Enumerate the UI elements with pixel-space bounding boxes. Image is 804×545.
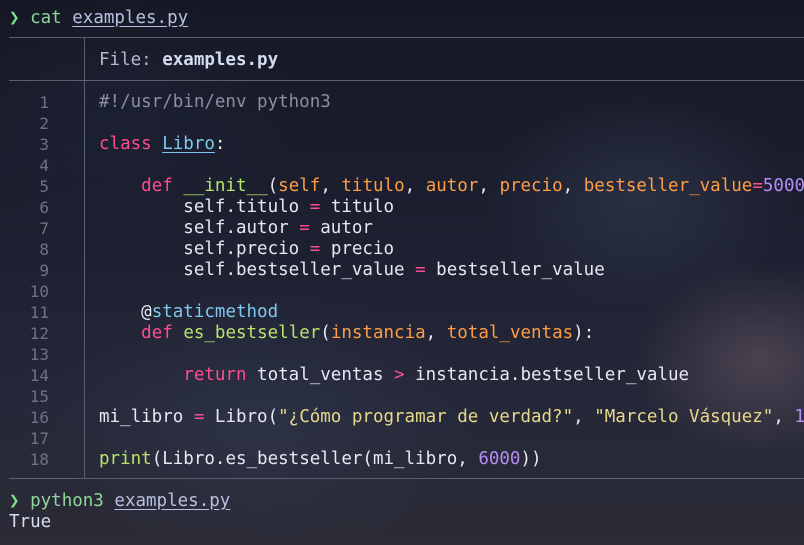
line-number: 11 — [29, 303, 49, 322]
function-name: es_bestseller — [183, 323, 321, 343]
line-number: 4 — [39, 156, 49, 175]
line-number: 6 — [39, 198, 49, 217]
code-line-11: @staticmethod — [141, 302, 279, 322]
code-line-9: self.bestseller_value = bestseller_value — [183, 260, 605, 280]
parameter: titulo — [341, 176, 405, 196]
keyword-class: class — [99, 134, 152, 154]
parameter: total_ventas — [446, 323, 574, 343]
line-number: 18 — [29, 450, 49, 469]
viewer-gutter-separator — [84, 81, 85, 478]
prompt-chevron-icon: ❯ — [9, 491, 20, 511]
line-number: 15 — [29, 387, 49, 406]
code-line-8: self.precio = precio — [183, 239, 395, 259]
parameter: instancia — [330, 323, 426, 343]
line-number: 10 — [29, 282, 49, 301]
shebang-comment: #!/usr/bin/env python3 — [99, 92, 331, 112]
decorator-name: staticmethod — [151, 302, 279, 322]
viewer-bottom-border — [9, 478, 804, 479]
code-line-16: mi_libro = Libro("¿Cómo programar de ver… — [99, 407, 804, 428]
class-name: Libro — [162, 134, 215, 154]
command-line-python3: ❯ python3 examples.py — [9, 490, 230, 512]
number-literal: 150 — [794, 407, 804, 427]
viewer-header-gutter-separator — [84, 37, 85, 80]
line-number: 14 — [29, 366, 49, 385]
line-number: 2 — [39, 114, 49, 133]
command-name: python3 — [30, 491, 104, 511]
viewer-top-border — [9, 37, 804, 38]
line-number: 9 — [39, 261, 49, 280]
code-line-1: #!/usr/bin/env python3 — [99, 92, 804, 113]
function-name: print — [99, 449, 152, 469]
command-output: True — [9, 512, 52, 532]
code-line-14: return total_ventas > instancia.bestsell… — [183, 365, 690, 385]
parameter: autor — [425, 176, 479, 196]
code-line-7: self.autor = autor — [183, 218, 373, 238]
line-number: 16 — [29, 408, 49, 427]
terminal-window[interactable]: ❯ cat examples.py File: examples.py 1 2 … — [0, 0, 804, 545]
number-literal: 6000 — [478, 449, 521, 469]
keyword-return: return — [183, 365, 247, 385]
line-number: 17 — [29, 429, 49, 448]
line-number: 7 — [39, 219, 49, 238]
keyword-def: def — [141, 176, 173, 196]
function-name: __init__ — [183, 176, 268, 196]
line-number: 8 — [39, 240, 49, 259]
keyword-def: def — [141, 323, 173, 343]
parameter: bestseller_value — [583, 176, 753, 196]
viewer-header-divider — [9, 80, 804, 81]
line-number: 5 — [39, 177, 49, 196]
code-line-6: self.titulo = titulo — [183, 197, 395, 217]
string-literal: "¿Cómo programar de verdad?" — [278, 407, 574, 427]
code-line-5: def __init__(self, titulo, autor, precio… — [141, 176, 804, 196]
number-literal: 5000 — [762, 176, 804, 196]
code-line-18: print(Libro.es_bestseller(mi_libro, 6000… — [99, 449, 542, 469]
file-header-name: examples.py — [162, 50, 279, 70]
code-line-3: class Libro: — [99, 134, 226, 154]
line-number: 13 — [29, 345, 49, 364]
file-header-label: File: — [99, 50, 163, 70]
code-line-12: def es_bestseller(instancia, total_venta… — [141, 323, 595, 343]
command-line-cat: ❯ cat examples.py — [9, 7, 188, 29]
parameter: self — [278, 176, 321, 196]
parameter: precio — [499, 176, 563, 196]
line-number-gutter: 1 2 3 4 5 6 7 8 9 10 11 12 13 14 15 16 1… — [9, 92, 49, 470]
line-number: 3 — [39, 135, 49, 154]
file-header: File: examples.py — [99, 49, 278, 71]
command-file-argument[interactable]: examples.py — [72, 8, 188, 28]
code-view[interactable]: #!/usr/bin/env python3 class Libro: def … — [99, 92, 804, 470]
command-file-argument[interactable]: examples.py — [114, 491, 230, 511]
command-name: cat — [30, 8, 62, 28]
line-number: 12 — [29, 324, 49, 343]
string-literal: "Marcelo Vásquez" — [594, 407, 774, 427]
line-number: 1 — [39, 93, 49, 112]
prompt-chevron-icon: ❯ — [9, 8, 20, 28]
